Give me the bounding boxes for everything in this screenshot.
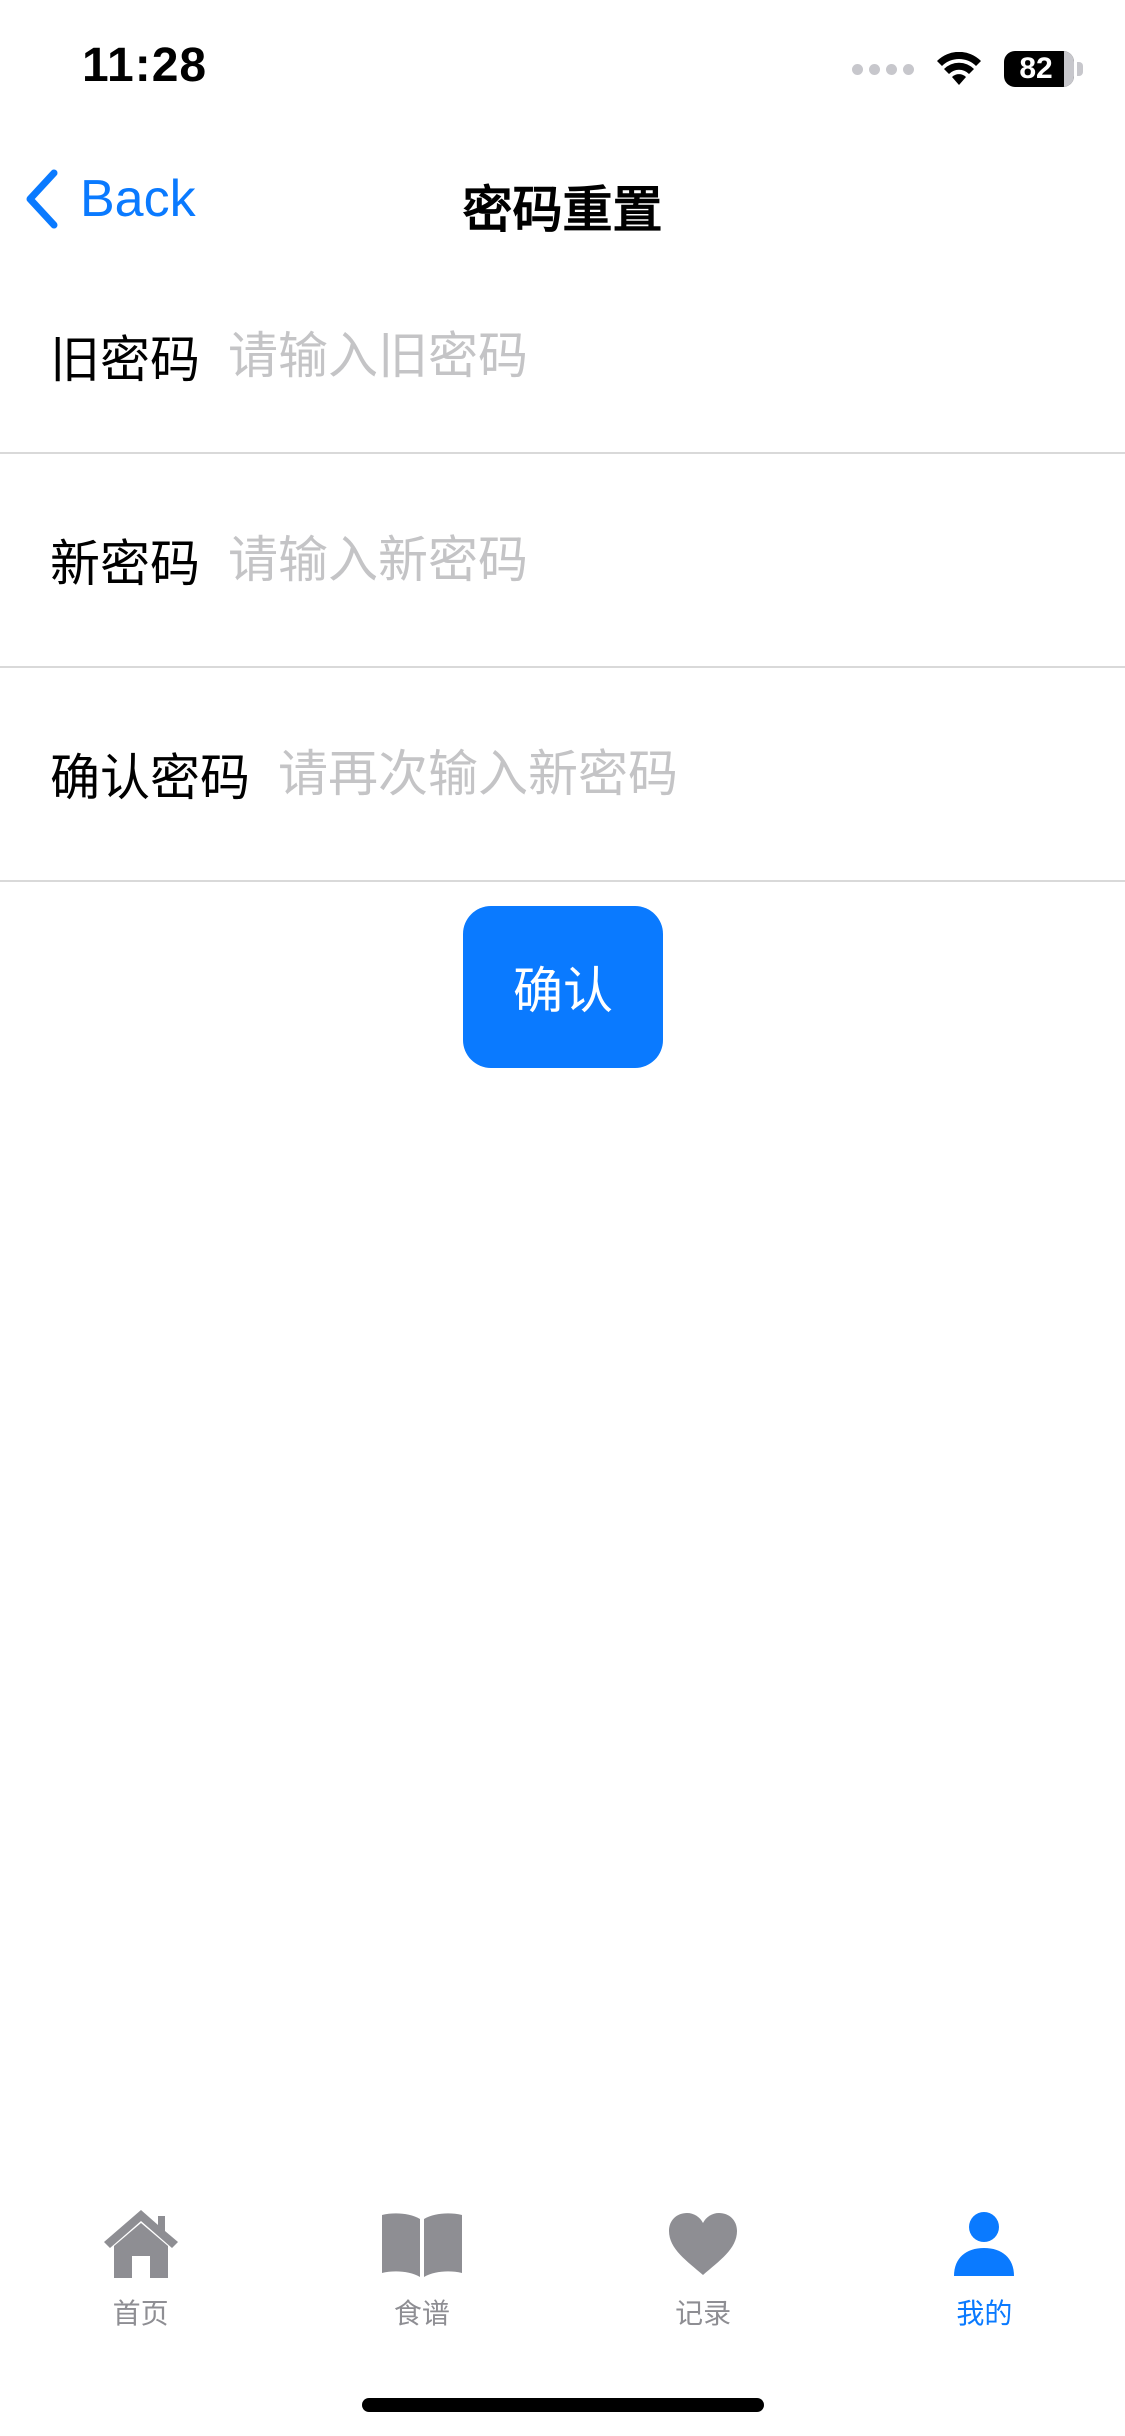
tab-records-label: 记录: [675, 2297, 732, 2330]
new-password-label: 新密码: [50, 535, 200, 593]
tab-mine[interactable]: 我的: [844, 2180, 1125, 2350]
battery-icon: 82: [1004, 51, 1074, 87]
tab-mine-label: 我的: [956, 2297, 1013, 2330]
password-reset-screen: 11:28 82 Back 密码重置 旧密码 新密码 确认密码 确认 首页 食谱…: [0, 0, 1125, 2436]
password-form: 旧密码 新密码 确认密码: [0, 270, 1125, 882]
confirm-password-row: 确认密码: [0, 668, 1125, 882]
confirm-password-label: 确认密码: [50, 749, 250, 807]
confirm-button[interactable]: 确认: [463, 906, 663, 1068]
status-bar: 11:28 82: [0, 0, 1125, 140]
page-title: 密码重置: [462, 181, 663, 239]
old-password-label: 旧密码: [50, 331, 200, 389]
tab-recipes-label: 食谱: [393, 2297, 450, 2330]
tab-home[interactable]: 首页: [0, 2180, 281, 2350]
heart-icon: [658, 2204, 748, 2284]
battery-level: 82: [1019, 52, 1053, 85]
tab-records[interactable]: 记录: [563, 2180, 844, 2350]
status-time: 11:28: [82, 39, 208, 92]
new-password-input[interactable]: [228, 531, 828, 589]
house-icon: [96, 2204, 186, 2284]
confirm-password-input[interactable]: [278, 745, 878, 803]
old-password-input[interactable]: [228, 327, 828, 385]
battery-indicator: 82: [1004, 51, 1083, 87]
navigation-bar: Back 密码重置: [0, 150, 1125, 250]
tab-recipes[interactable]: 食谱: [281, 2180, 562, 2350]
status-indicators: 82: [852, 46, 1083, 92]
tab-home-label: 首页: [112, 2297, 169, 2330]
person-icon: [939, 2204, 1029, 2284]
new-password-row: 新密码: [0, 454, 1125, 668]
wifi-icon: [937, 52, 981, 85]
tab-bar: 首页 食谱 记录 我的: [0, 2180, 1125, 2350]
cellular-signal-icon: [852, 63, 914, 75]
old-password-row: 旧密码: [0, 270, 1125, 454]
home-indicator[interactable]: [362, 2398, 764, 2412]
book-icon: [377, 2204, 467, 2284]
